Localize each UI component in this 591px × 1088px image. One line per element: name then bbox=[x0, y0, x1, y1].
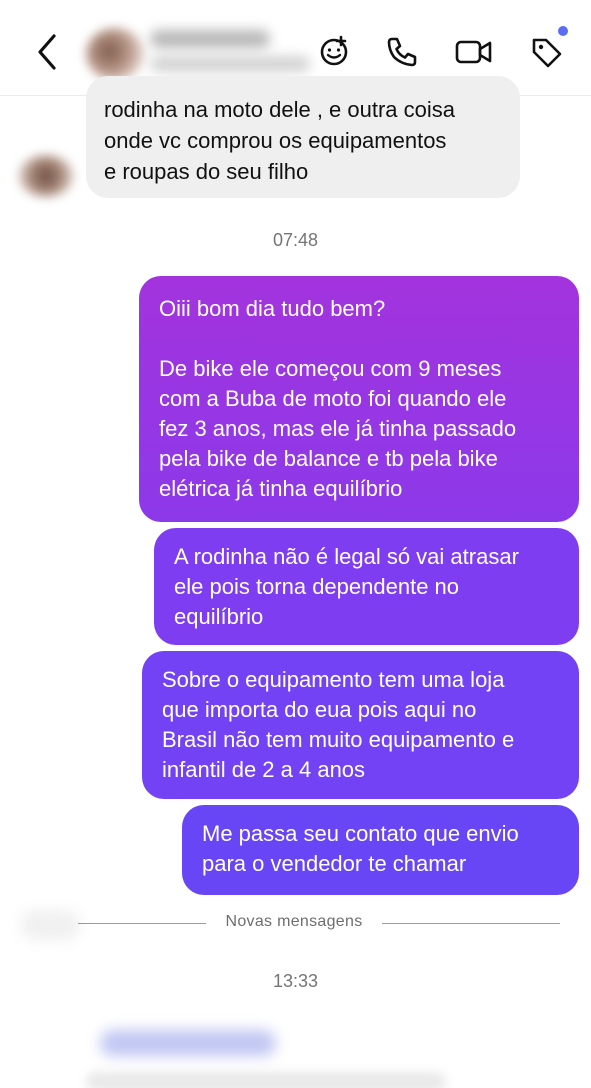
new-messages-divider: Novas mensagens bbox=[78, 911, 560, 935]
chevron-left-icon bbox=[38, 34, 56, 70]
tag-button[interactable] bbox=[526, 32, 566, 72]
back-button[interactable] bbox=[30, 30, 66, 74]
outgoing-message-text: Me passa seu contato que envio para o ve… bbox=[202, 821, 519, 876]
divider-line bbox=[78, 923, 206, 924]
outgoing-message[interactable]: Me passa seu contato que envio para o ve… bbox=[182, 805, 579, 895]
phone-icon bbox=[387, 37, 417, 67]
outgoing-message-text: Sobre o equipamento tem uma loja que imp… bbox=[162, 667, 515, 782]
blurred-link[interactable] bbox=[100, 1030, 276, 1056]
outgoing-message-text: Oiii bom dia tudo bem? De bike ele começ… bbox=[159, 296, 517, 501]
video-icon bbox=[455, 40, 492, 64]
outgoing-message[interactable]: Sobre o equipamento tem uma loja que imp… bbox=[142, 651, 579, 799]
call-button[interactable] bbox=[382, 32, 422, 72]
notification-dot bbox=[558, 26, 568, 36]
effects-icon bbox=[320, 35, 348, 66]
video-call-button[interactable] bbox=[454, 32, 494, 72]
divider-line bbox=[382, 923, 560, 924]
divider-label: Novas mensagens bbox=[225, 913, 363, 930]
effects-button[interactable] bbox=[314, 32, 354, 72]
blurred-content bbox=[20, 910, 80, 940]
outgoing-message[interactable]: Oiii bom dia tudo bem? De bike ele começ… bbox=[139, 276, 579, 522]
incoming-message[interactable]: rodinha na moto dele , e outra coisa ond… bbox=[86, 76, 520, 198]
timestamp: 13:33 bbox=[272, 971, 319, 991]
contact-name[interactable] bbox=[150, 30, 270, 48]
tag-icon bbox=[532, 38, 562, 68]
outgoing-message-text: A rodinha não é legal só vai atrasar ele… bbox=[174, 544, 519, 629]
outgoing-message[interactable]: A rodinha não é legal só vai atrasar ele… bbox=[154, 528, 579, 645]
incoming-message-text: rodinha na moto dele , e outra coisa ond… bbox=[104, 97, 456, 184]
contact-status bbox=[150, 56, 310, 72]
sender-avatar[interactable] bbox=[18, 155, 74, 197]
blurred-message bbox=[86, 1072, 446, 1088]
timestamp: 07:48 bbox=[272, 230, 319, 250]
contact-avatar[interactable] bbox=[86, 28, 144, 80]
